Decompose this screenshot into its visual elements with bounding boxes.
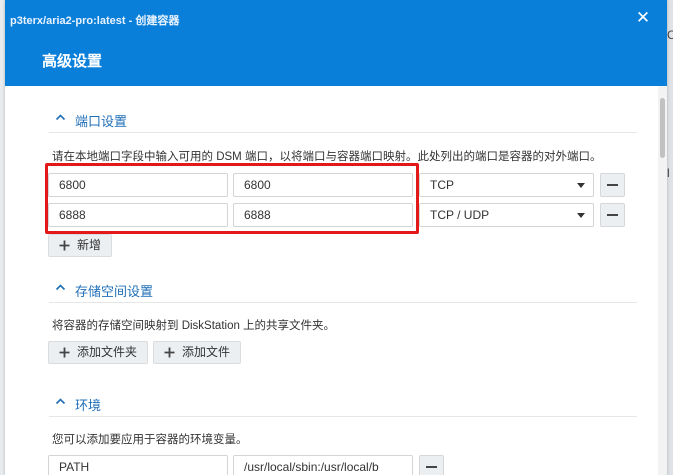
add-file-label: 添加文件 (182, 345, 231, 359)
port-settings-header[interactable]: 端口设置 (49, 108, 637, 133)
plus-icon (164, 347, 175, 358)
chevron-up-icon (55, 284, 66, 291)
section-title: 环境 (75, 398, 102, 413)
section-title: 存储空间设置 (75, 284, 154, 299)
background-window-edge (667, 0, 673, 475)
protocol-value: TCP / UDP (430, 208, 490, 222)
add-port-label: 新增 (77, 238, 102, 252)
create-container-dialog: p3terx/aria2-pro:latest - 创建容器 ✕ 高级设置 端口… (5, 0, 667, 475)
remove-port-button[interactable] (600, 173, 625, 197)
protocol-select[interactable]: TCP (419, 173, 594, 197)
dialog-header: p3terx/aria2-pro:latest - 创建容器 ✕ 高级设置 (5, 0, 667, 86)
add-file-button[interactable]: 添加文件 (153, 341, 241, 364)
plus-icon (59, 347, 70, 358)
protocol-value: TCP (430, 178, 454, 192)
window-title: p3terx/aria2-pro:latest - 创建容器 (10, 15, 180, 27)
environment-description: 您可以添加要应用于容器的环境变量。 (52, 434, 248, 446)
container-port-input[interactable]: 6800 (233, 173, 413, 197)
chevron-up-icon (55, 114, 66, 121)
local-port-input[interactable]: 6800 (48, 173, 228, 197)
add-folder-button[interactable]: 添加文件夹 (48, 341, 148, 364)
background-text: l (667, 166, 670, 180)
remove-env-button[interactable] (419, 455, 444, 475)
environment-header[interactable]: 环境 (49, 392, 637, 417)
close-icon[interactable]: ✕ (633, 8, 653, 28)
local-port-input[interactable]: 6888 (48, 203, 228, 227)
env-variable-name-input[interactable]: PATH (48, 455, 228, 475)
storage-settings-description: 将容器的存储空间映射到 DiskStation 上的共享文件夹。 (52, 320, 336, 332)
chevron-down-icon (577, 183, 585, 188)
page-title: 高级设置 (42, 53, 103, 70)
add-port-button[interactable]: 新增 (48, 234, 112, 257)
remove-port-button[interactable] (600, 203, 625, 227)
background-text: C (667, 28, 673, 42)
chevron-up-icon (55, 398, 66, 405)
env-variable-value-input[interactable]: /usr/local/sbin:/usr/local/b (233, 455, 413, 475)
storage-settings-header[interactable]: 存储空间设置 (49, 278, 637, 303)
plus-icon (59, 240, 70, 251)
chevron-down-icon (577, 213, 585, 218)
vertical-scrollbar[interactable] (658, 86, 667, 475)
scrollbar-thumb[interactable] (660, 98, 665, 158)
port-settings-description: 请在本地端口字段中输入可用的 DSM 端口，以将端口与容器端口映射。此处列出的端… (52, 151, 602, 163)
protocol-select[interactable]: TCP / UDP (419, 203, 594, 227)
section-title: 端口设置 (75, 114, 128, 129)
container-port-input[interactable]: 6888 (233, 203, 413, 227)
add-folder-label: 添加文件夹 (77, 345, 138, 359)
